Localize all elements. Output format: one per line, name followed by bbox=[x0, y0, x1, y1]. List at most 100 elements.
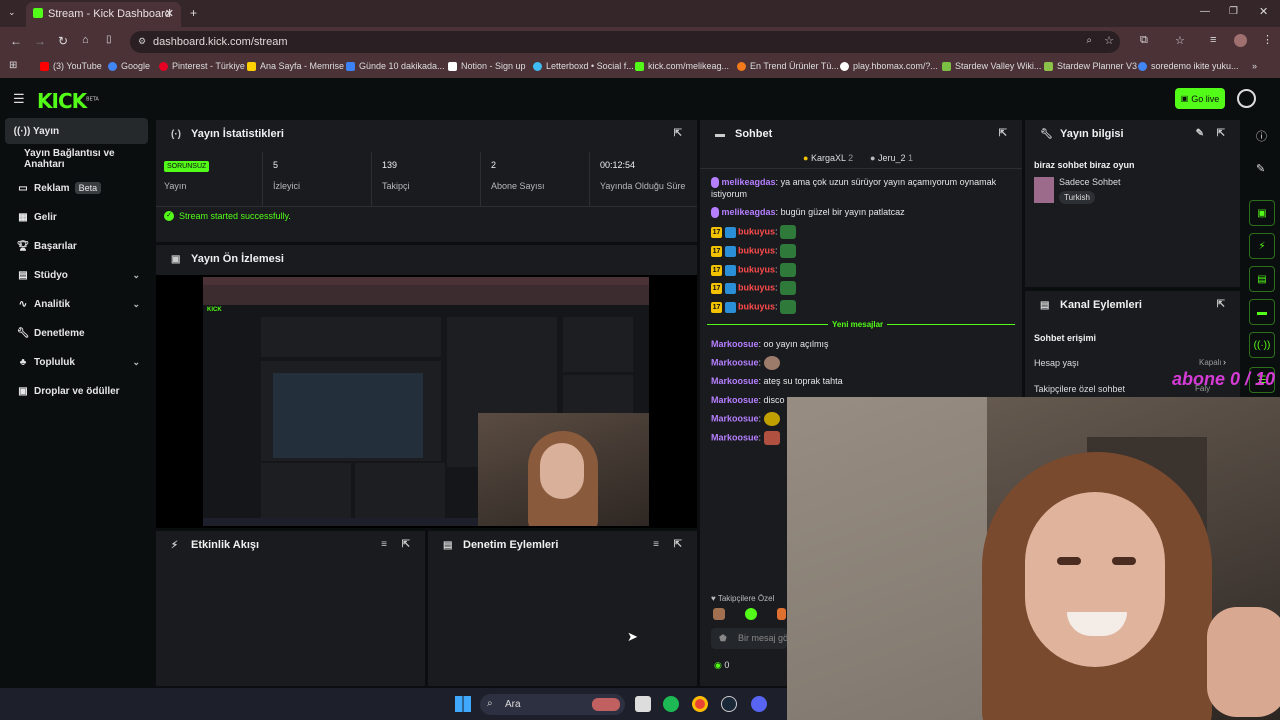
home-icon[interactable]: ⌂ bbox=[82, 34, 89, 46]
extensions-icon[interactable]: ⧉ bbox=[1140, 34, 1148, 47]
reload-icon[interactable]: ↻ bbox=[58, 34, 68, 48]
chat-icon: ▬ bbox=[715, 128, 725, 140]
right-rail: ⓘ ✎ ▣ ⚡︎ ▤ ▬ ((·)) ☰ bbox=[1244, 118, 1280, 408]
chat-message: 17 bukuyus: bbox=[711, 300, 1016, 314]
sidebar-item-stream-key[interactable]: Yayın Bağlantısı ve Anahtarı bbox=[0, 146, 150, 172]
popout-icon[interactable]: ⇱ bbox=[674, 539, 682, 550]
task-view-icon[interactable] bbox=[635, 696, 651, 712]
forward-icon[interactable]: → bbox=[34, 34, 46, 48]
filter-icon[interactable]: ≡ bbox=[381, 539, 387, 550]
tab-title: Stream - Kick Dashboard bbox=[48, 8, 171, 20]
sidebar-item-yayin[interactable]: ((·)) Yayın bbox=[5, 118, 148, 144]
popout-icon[interactable]: ⇱ bbox=[1217, 299, 1225, 310]
info-icon[interactable]: ⓘ bbox=[1256, 128, 1267, 144]
chat-message: melikeagdas: bugün güzel bir yayın patla… bbox=[711, 206, 1016, 219]
windows-start-icon[interactable] bbox=[455, 696, 471, 712]
bookmark-gunde10[interactable]: Günde 10 dakikada... bbox=[346, 61, 445, 71]
site-info-icon[interactable]: ⚙ bbox=[138, 36, 146, 47]
popout-icon[interactable]: ⇱ bbox=[999, 128, 1007, 139]
rail-camera-button[interactable]: ▣ bbox=[1249, 200, 1275, 226]
popout-icon[interactable]: ⇱ bbox=[674, 128, 682, 139]
new-tab-button[interactable]: + bbox=[190, 6, 197, 20]
chat-input[interactable]: ⬟ Bir mesaj gö bbox=[711, 628, 788, 649]
browser-tab[interactable]: Stream - Kick Dashboard ✕ bbox=[26, 2, 181, 27]
account-age-value[interactable]: Kapalı bbox=[1199, 358, 1222, 367]
rail-broadcast-button[interactable]: ((·)) bbox=[1249, 332, 1275, 358]
sidebar-item-gelir[interactable]: ▦ Gelir bbox=[0, 204, 150, 230]
bookmark-letterboxd[interactable]: Letterboxd • Social f... bbox=[533, 61, 634, 71]
edit-icon[interactable]: ✎ bbox=[1256, 162, 1265, 175]
bookmark-notion[interactable]: Notion - Sign up bbox=[448, 61, 526, 71]
close-window-button[interactable]: ✕ bbox=[1259, 5, 1268, 18]
close-tab-icon[interactable]: ✕ bbox=[165, 7, 174, 20]
popout-icon[interactable]: ⇱ bbox=[402, 539, 410, 550]
media-icon[interactable]: ≡ bbox=[1210, 34, 1216, 46]
zoom-icon[interactable]: ⌕ bbox=[1086, 35, 1092, 46]
bookmark-kick[interactable]: kick.com/melikeag... bbox=[635, 61, 729, 71]
edit-icon[interactable]: ✎ bbox=[1196, 128, 1204, 139]
bookmark-stardew-wiki[interactable]: Stardew Valley Wiki... bbox=[942, 61, 1041, 71]
sidebar-item-topluluk[interactable]: ♣ Topluluk ⌄ bbox=[0, 349, 150, 375]
chrome-icon[interactable] bbox=[692, 696, 708, 712]
minimize-button[interactable]: — bbox=[1200, 6, 1210, 17]
profile-avatar[interactable] bbox=[1234, 34, 1247, 47]
rail-moderation-button[interactable]: ▤ bbox=[1249, 266, 1275, 292]
emote-bar[interactable] bbox=[711, 608, 786, 622]
top-gifter-1: ● KargaXL 2 bbox=[803, 153, 854, 163]
sidebar-item-studyo[interactable]: ▤ Stüdyo ⌄ bbox=[0, 262, 150, 288]
sidebar-item-reklam[interactable]: ▭ Reklam Beta bbox=[0, 175, 150, 201]
bookmark-soredemo[interactable]: soredemo ikite yuku... bbox=[1138, 61, 1239, 71]
rail-chat-button[interactable]: ▬ bbox=[1249, 299, 1275, 325]
chat-message: 17 bukuyus: bbox=[711, 244, 1016, 258]
browser-menu-icon[interactable]: ⋮ bbox=[1262, 33, 1273, 46]
more-bookmarks-icon[interactable]: » bbox=[1252, 61, 1257, 71]
hamburger-menu-icon[interactable]: ☰ bbox=[13, 91, 25, 107]
stream-status-message: ✓ Stream started successfully. bbox=[164, 211, 291, 221]
bookmark-hbomax[interactable]: play.hbomax.com/?... bbox=[840, 61, 938, 71]
filter-icon[interactable]: ≡ bbox=[653, 539, 659, 550]
sidebar-toggle-icon[interactable]: ▯ bbox=[106, 34, 112, 45]
channel-points[interactable]: ◉ 0 bbox=[714, 660, 729, 671]
taskbar-search[interactable]: ⌕ Ara bbox=[480, 694, 625, 715]
heart-icon: ♥ bbox=[711, 594, 716, 603]
bookmark-trend[interactable]: En Trend Ürünler Tü... bbox=[737, 61, 839, 71]
bookmark-pinterest[interactable]: Pinterest - Türkiye bbox=[159, 61, 245, 71]
search-icon: ⌕ bbox=[487, 698, 493, 709]
maximize-button[interactable]: ❐ bbox=[1229, 6, 1238, 17]
check-circle-icon: ✓ bbox=[164, 211, 174, 221]
url-bar[interactable]: ⚙ dashboard.kick.com/stream ⌕ ☆ bbox=[130, 31, 1120, 53]
followers-only-chat-label: Takipçilere özel sohbet bbox=[1034, 384, 1126, 394]
sidebar-item-analitik[interactable]: ∿ Analitik ⌄ bbox=[0, 291, 150, 317]
camera-icon: ▣ bbox=[1180, 94, 1189, 103]
sidebar-item-basarilar[interactable]: 🏆︎ Başarılar bbox=[0, 233, 150, 259]
bookmark-stardew-planner[interactable]: Stardew Planner V3 bbox=[1044, 61, 1137, 71]
apps-icon[interactable]: ⊞ bbox=[9, 60, 17, 71]
steam-icon[interactable] bbox=[721, 696, 737, 712]
gift-icon: ▣ bbox=[18, 385, 28, 397]
chat-message: Markoosue: bbox=[711, 356, 1016, 370]
stat-followers: 139 Takipçi bbox=[382, 160, 410, 191]
tab-list-button[interactable]: ⌄ bbox=[8, 7, 16, 18]
sidebar-item-denetleme[interactable]: 🔧︎ Denetleme bbox=[0, 320, 150, 346]
popout-icon[interactable]: ⇱ bbox=[1217, 128, 1225, 139]
bookmark-youtube[interactable]: (3) YouTube bbox=[40, 61, 102, 71]
medal-icon: ● bbox=[870, 153, 876, 163]
beta-badge: Beta bbox=[74, 182, 102, 194]
go-live-button[interactable]: ▣ Go live bbox=[1175, 88, 1225, 109]
star-icon[interactable]: ☆ bbox=[1104, 34, 1114, 47]
camera-icon: ▣ bbox=[1257, 207, 1267, 219]
discord-icon[interactable] bbox=[751, 696, 767, 712]
bookmark-google[interactable]: Google bbox=[108, 61, 150, 71]
sidebar-item-droplar[interactable]: ▣ Droplar ve ödüller bbox=[0, 378, 150, 404]
chevron-right-icon[interactable]: › bbox=[1223, 357, 1226, 367]
rail-activity-button[interactable]: ⚡︎ bbox=[1249, 233, 1275, 259]
user-avatar[interactable] bbox=[1237, 89, 1256, 108]
back-icon[interactable]: ← bbox=[10, 34, 22, 48]
lightning-icon: ⚡︎ bbox=[1258, 240, 1266, 252]
sub-badge-icon bbox=[724, 245, 736, 257]
mic-badge-icon bbox=[711, 207, 719, 219]
kick-logo[interactable]: KICKBETA bbox=[37, 89, 99, 113]
bookmark-manager-icon[interactable]: ☆ bbox=[1175, 34, 1185, 47]
bookmark-memrise[interactable]: Ana Sayfa - Memrise bbox=[247, 61, 344, 71]
spotify-icon[interactable] bbox=[663, 696, 679, 712]
